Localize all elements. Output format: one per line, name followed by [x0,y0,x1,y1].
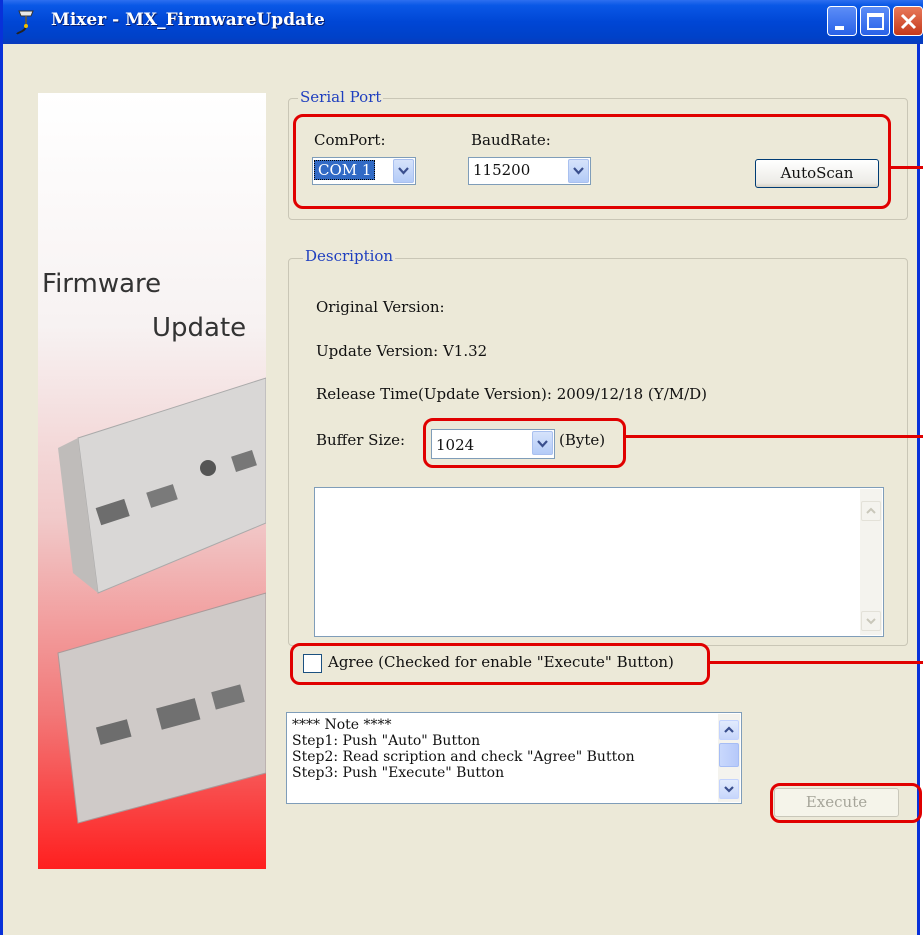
close-icon [900,13,917,30]
description-scrollbar[interactable] [860,489,882,635]
serial-settings-highlight [293,114,891,209]
description-legend: Description [303,247,396,265]
mixer-app-icon [16,10,34,35]
buffer-size-callout-line [626,435,923,438]
notes-text: **** Note **** Step1: Push "Auto" Button… [292,717,635,781]
serial-settings-callout-line [891,166,923,169]
serial-port-legend: Serial Port [298,88,384,106]
title-bar[interactable]: Mixer - MX_FirmwareUpdate [3,0,923,44]
agree-highlight [290,643,710,685]
notes-line: Step3: Push "Execute" Button [292,765,505,781]
agree-callout-line [710,661,923,664]
notes-line: **** Note **** [292,717,392,733]
description-textarea[interactable] [314,487,884,637]
app-window: Mixer - MX_FirmwareUpdate Firmware Updat… [0,0,923,935]
scroll-thumb[interactable] [719,743,739,767]
scroll-down-icon[interactable] [861,611,881,631]
original-version-text: Original Version: [316,298,445,316]
notes-textarea[interactable]: **** Note **** Step1: Push "Auto" Button… [286,712,742,804]
buffer-size-highlight [423,418,626,468]
maximize-icon [867,13,884,30]
firmware-banner-image: Firmware Update [38,93,266,869]
notes-scrollbar[interactable] [718,714,740,802]
close-button[interactable] [893,6,923,36]
update-version-text: Update Version: V1.32 [316,342,488,360]
device-illustration [57,377,266,824]
notes-line: Step1: Push "Auto" Button [292,733,481,749]
maximize-button[interactable] [860,6,890,36]
scroll-down-icon[interactable] [719,779,739,799]
minimize-icon [835,26,844,30]
scroll-up-icon[interactable] [719,720,739,740]
execute-highlight [770,783,922,823]
notes-line: Step2: Read scription and check "Agree" … [292,749,635,765]
window-title: Mixer - MX_FirmwareUpdate [51,10,325,30]
scroll-up-icon[interactable] [861,501,881,521]
release-time-text: Release Time(Update Version): 2009/12/18… [316,385,708,403]
minimize-button[interactable] [827,6,857,36]
buffer-size-label: Buffer Size: [316,431,406,449]
